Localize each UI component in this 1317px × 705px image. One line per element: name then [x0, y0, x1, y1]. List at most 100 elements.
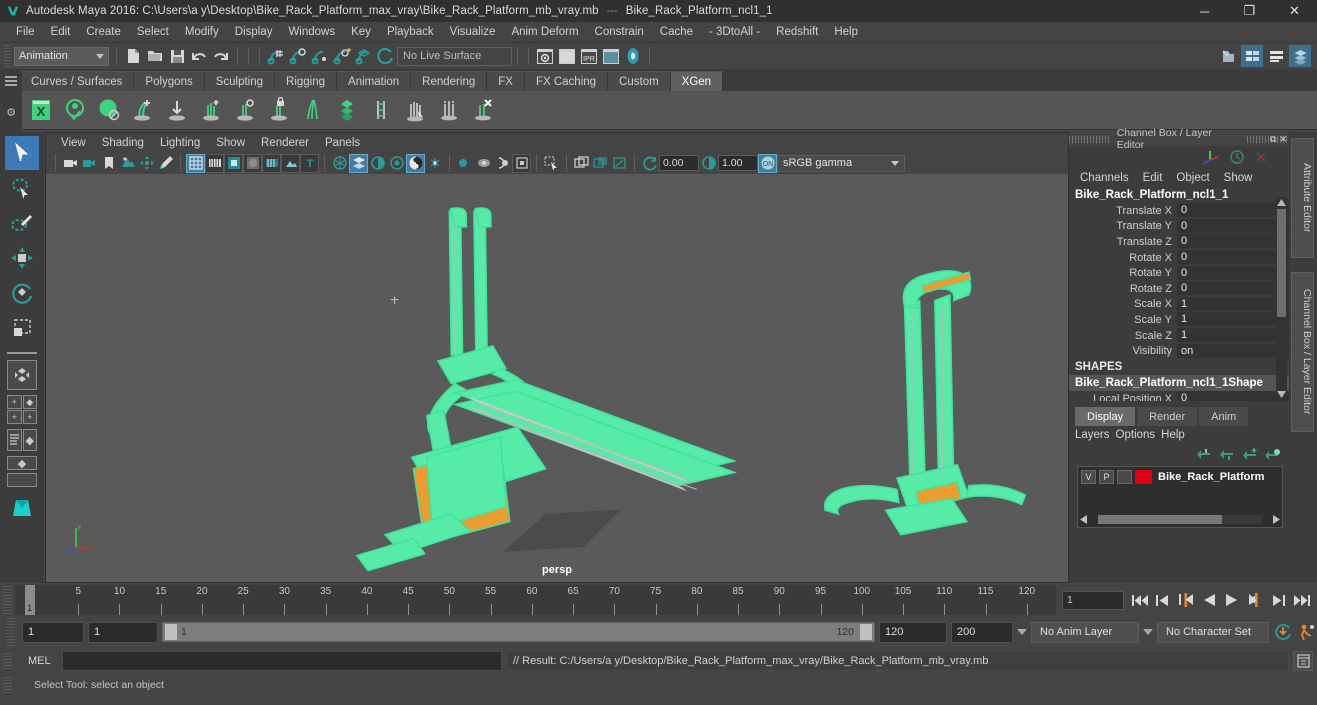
- selection-mask-icon[interactable]: [542, 154, 561, 173]
- viewport-3d-canvas[interactable]: y x z persp: [46, 174, 1068, 582]
- single-perspective-layout-icon[interactable]: [7, 360, 37, 390]
- xgen-grow-icon[interactable]: [194, 93, 227, 127]
- animation-start-time-field[interactable]: 1: [22, 621, 84, 643]
- wireframe-icon[interactable]: [186, 153, 205, 173]
- rotate-tool-icon[interactable]: [5, 276, 39, 310]
- time-slider[interactable]: 1 5 10 15 20 25 30 35 40 45 50 55 60 65 70 75 80 85 90 95 1…: [15, 585, 1056, 615]
- animation-preferences-icon[interactable]: [1297, 621, 1317, 643]
- channel-box-shape-name[interactable]: Bike_Rack_Platform_ncl1_1Shape: [1069, 374, 1289, 391]
- xray-icon[interactable]: [474, 154, 493, 173]
- layer-color-swatch[interactable]: [1135, 470, 1152, 484]
- gear-icon[interactable]: ⚙: [6, 106, 16, 119]
- attr-value[interactable]: 0: [1177, 281, 1289, 297]
- gamma-icon[interactable]: [699, 154, 718, 173]
- maximize-button[interactable]: ❐: [1227, 0, 1272, 22]
- menu-edit[interactable]: Edit: [43, 24, 79, 40]
- attr-value[interactable]: 1: [1177, 312, 1289, 328]
- menu-playback[interactable]: Playback: [379, 24, 442, 40]
- channel-row-translate-z[interactable]: Translate Z 0: [1069, 234, 1289, 250]
- xray-joints-icon[interactable]: [493, 154, 512, 173]
- xray-active-components-icon[interactable]: [512, 153, 531, 173]
- snap-projected-center-icon[interactable]: [331, 45, 353, 67]
- channel-box-menu-channels[interactable]: Channels: [1075, 171, 1134, 185]
- channel-row-local-position-x[interactable]: Local Position X 0: [1069, 391, 1289, 401]
- range-start-handle[interactable]: [165, 624, 177, 640]
- menu-set-selector[interactable]: Animation: [14, 46, 109, 66]
- show-hide-tool-settings-icon[interactable]: [1241, 45, 1263, 67]
- scrollbar-track[interactable]: [1098, 515, 1262, 524]
- minimize-button[interactable]: ─: [1182, 0, 1227, 22]
- grease-pencil-icon[interactable]: [156, 154, 175, 173]
- auto-keyframe-icon[interactable]: [1273, 621, 1293, 643]
- xgen-guide-icon[interactable]: [398, 93, 431, 127]
- shadows-icon[interactable]: [349, 153, 368, 173]
- channel-box-clock-icon[interactable]: [1229, 149, 1245, 165]
- step-back-frame-icon[interactable]: [1153, 589, 1173, 611]
- play-backwards-icon[interactable]: [1199, 589, 1219, 611]
- close-button[interactable]: ✕: [1272, 0, 1317, 22]
- redo-icon[interactable]: [210, 45, 232, 67]
- shelf-menu-icon[interactable]: [5, 76, 17, 86]
- scrollbar-thumb[interactable]: [1277, 209, 1286, 317]
- menu-anim-deform[interactable]: Anim Deform: [503, 24, 586, 40]
- attr-value[interactable]: 0: [1177, 234, 1289, 250]
- scroll-up-icon[interactable]: [1276, 197, 1287, 207]
- exposure-icon[interactable]: [640, 154, 659, 173]
- go-to-end-icon[interactable]: [1291, 589, 1311, 611]
- show-hide-layer-editor-icon[interactable]: [1289, 45, 1311, 67]
- texture-icon[interactable]: [281, 153, 300, 173]
- tab-render[interactable]: Render: [1137, 407, 1198, 426]
- save-scene-icon[interactable]: [166, 45, 188, 67]
- attr-value[interactable]: 1: [1177, 328, 1289, 344]
- menu-help[interactable]: Help: [826, 24, 866, 40]
- menu-visualize[interactable]: Visualize: [442, 24, 504, 40]
- range-slider-grip[interactable]: [6, 618, 15, 646]
- smooth-shade-selected-icon[interactable]: [224, 153, 243, 173]
- select-tool-icon[interactable]: [5, 136, 39, 170]
- undock-icon[interactable]: ⧉: [1270, 134, 1276, 145]
- step-forward-frame-icon[interactable]: [1268, 589, 1288, 611]
- make-live-icon[interactable]: [375, 45, 397, 67]
- range-end-handle[interactable]: [860, 624, 872, 640]
- snap-view-plane-icon[interactable]: [353, 45, 375, 67]
- show-hide-channel-box-icon[interactable]: [1265, 45, 1287, 67]
- paint-select-tool-icon[interactable]: [5, 206, 39, 240]
- step-back-key-icon[interactable]: [1176, 589, 1196, 611]
- shelf-tab-custom[interactable]: Custom: [608, 71, 671, 91]
- multisample-icon[interactable]: [406, 153, 425, 173]
- dock-tab-attribute-editor[interactable]: Attribute Editor: [1291, 138, 1314, 258]
- bookmark-icon[interactable]: [99, 154, 118, 173]
- channel-row-rotate-y[interactable]: Rotate Y 0: [1069, 265, 1289, 281]
- uv-editor-icon[interactable]: [610, 154, 629, 173]
- scroll-right-icon[interactable]: [1272, 515, 1280, 524]
- channel-row-scale-x[interactable]: Scale X 1: [1069, 296, 1289, 313]
- menu-file[interactable]: File: [8, 24, 43, 40]
- anim-layer-chevron-down-icon[interactable]: [1017, 629, 1027, 635]
- viewport-menu-panels[interactable]: Panels: [318, 136, 367, 150]
- layer-menu-help[interactable]: Help: [1161, 429, 1185, 441]
- screen-space-ao-icon[interactable]: [368, 154, 387, 173]
- channel-row-visibility[interactable]: Visibility on: [1069, 343, 1289, 359]
- isolate-select-icon[interactable]: [455, 154, 474, 173]
- layer-row[interactable]: V P Bike_Rack_Platform: [1078, 467, 1282, 487]
- viewport-menu-view[interactable]: View: [54, 136, 93, 150]
- viewport-menu-shading[interactable]: Shading: [95, 136, 151, 150]
- select-camera-icon[interactable]: [61, 154, 80, 173]
- color-management-selector[interactable]: sRGB gamma: [777, 154, 905, 172]
- xgen-editor-icon[interactable]: X: [24, 93, 57, 127]
- render-sequence-icon[interactable]: [556, 45, 578, 67]
- toolbar-grip[interactable]: [4, 45, 11, 67]
- show-hide-attribute-editor-icon[interactable]: [1217, 45, 1239, 67]
- channel-row-translate-y[interactable]: Translate Y 0: [1069, 218, 1289, 235]
- shelf-tab-sculpting[interactable]: Sculpting: [204, 71, 276, 91]
- snap-point-icon[interactable]: [309, 45, 331, 67]
- xgen-clump-icon[interactable]: [296, 93, 329, 127]
- tab-display[interactable]: Display: [1075, 407, 1136, 426]
- channel-box-attribute-list[interactable]: Bike_Rack_Platform_ncl1_1 Translate X 0 …: [1069, 187, 1289, 401]
- persp-graph-layout-icon[interactable]: ◆: [7, 456, 37, 470]
- persp-hypershade-layout-icon[interactable]: [7, 473, 37, 487]
- image-plane-icon[interactable]: [118, 154, 137, 173]
- channel-row-scale-z[interactable]: Scale Z 1: [1069, 328, 1289, 344]
- xgen-import-icon[interactable]: [160, 93, 193, 127]
- two-d-pan-zoom-icon[interactable]: [137, 154, 156, 173]
